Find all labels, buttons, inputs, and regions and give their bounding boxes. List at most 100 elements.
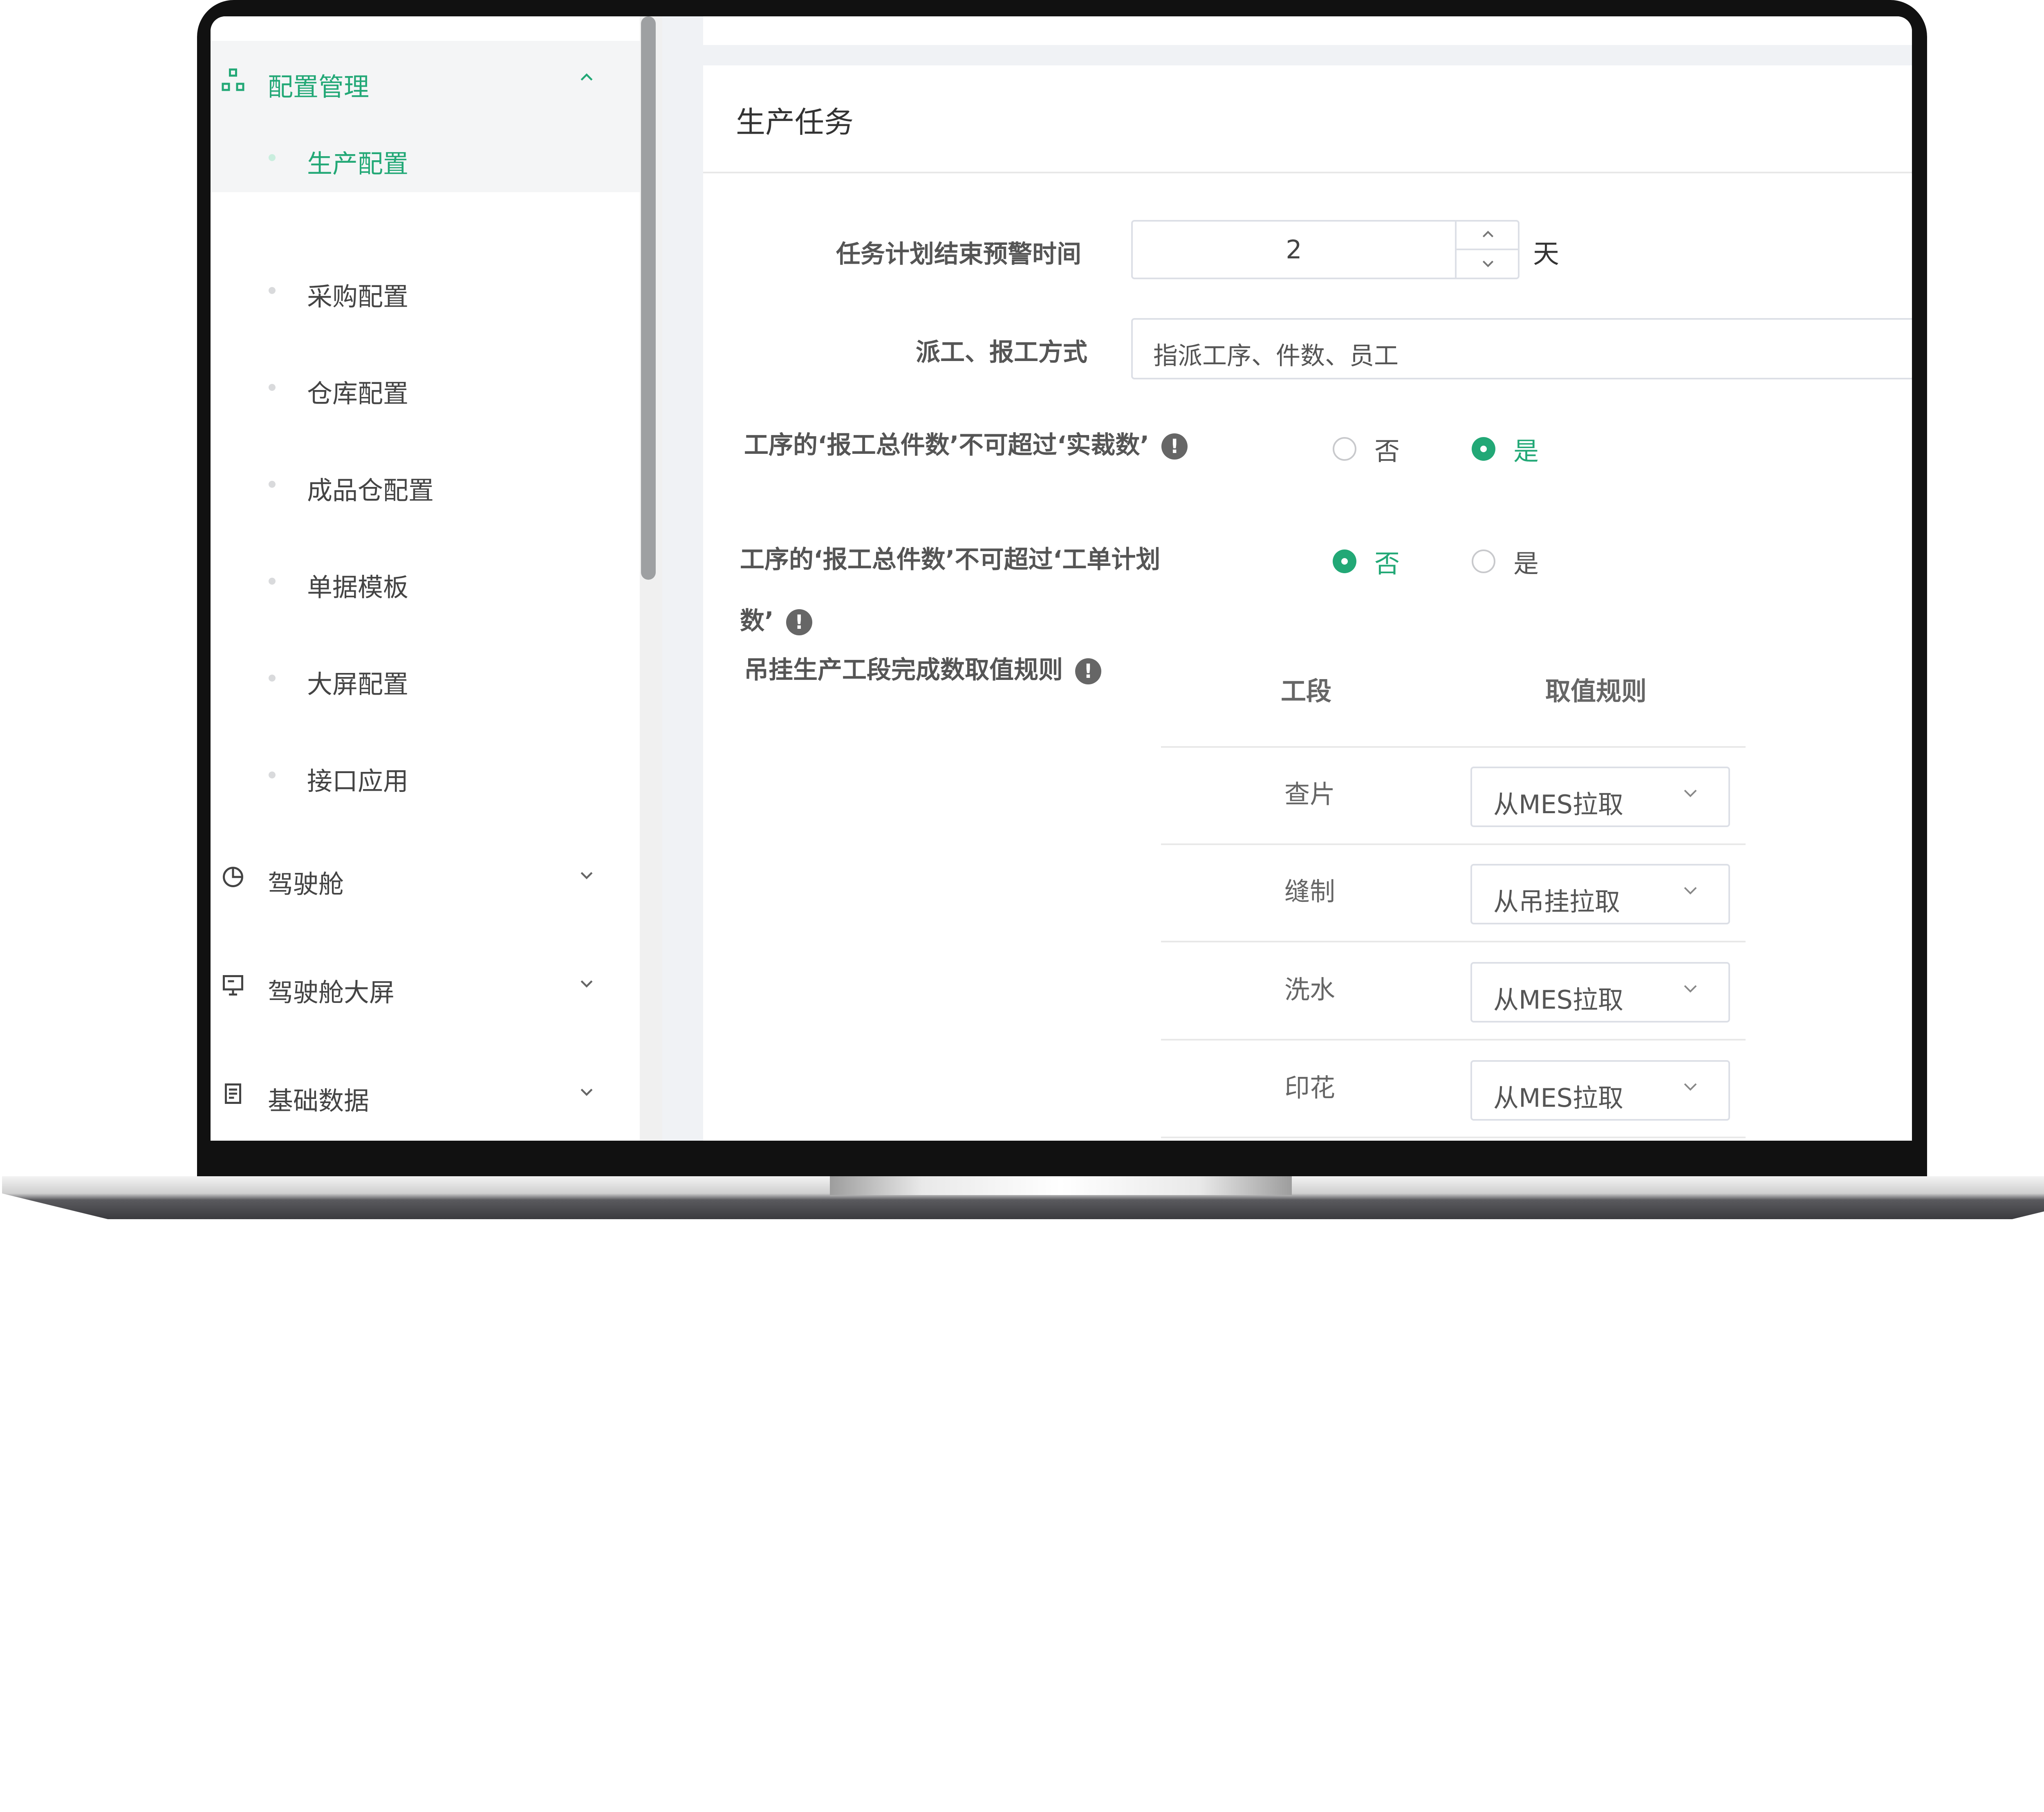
table-header-stage: 工段: [1281, 676, 1332, 706]
radio-label: 否: [1374, 436, 1400, 466]
rule-select-value: 从MES拉取: [1493, 789, 1624, 819]
chevron-down-icon: [1681, 978, 1700, 1003]
sidebar-item-label: 成品仓配置: [307, 475, 434, 505]
table-divider: [1161, 746, 1746, 748]
info-icon[interactable]: !: [1075, 658, 1101, 685]
sidebar-item-label: 单据模板: [307, 572, 409, 602]
chevron-down-icon: [1681, 1076, 1700, 1101]
network-icon: [219, 67, 247, 96]
stage-name: 印花: [1284, 1073, 1336, 1103]
chevron-up-icon: [574, 69, 599, 92]
sidebar-item-big-screen-config[interactable]: 大屏配置: [211, 643, 640, 713]
production-task-card: 生产任务 任务计划结束预警时间 2 天 派工、报工方式 指派工序、件数、员工 工…: [703, 65, 1912, 1141]
limit-plan-label-row2: 数’!: [740, 601, 812, 637]
limit-plan-radio-yes[interactable]: 是: [1472, 543, 1539, 580]
rule-select[interactable]: 从MES拉取: [1470, 962, 1730, 1023]
laptop-hinge: [830, 1176, 1292, 1195]
dispatch-mode-label: 派工、报工方式: [916, 338, 1087, 367]
rule-select-value: 从吊挂拉取: [1493, 887, 1620, 917]
info-icon[interactable]: !: [786, 609, 812, 636]
app-screen: 配置管理 生产配置 采购配置 仓库配置 成品仓配置 单据模板 大屏配置 接口应用…: [211, 16, 1912, 1141]
stage-name: 缝制: [1284, 877, 1336, 906]
menu-group-label: 驾驶舱大屏: [268, 978, 395, 1007]
radio-label: 否: [1374, 549, 1400, 579]
bullet-dot: [269, 287, 276, 294]
dispatch-mode-field[interactable]: 指派工序、件数、员工: [1131, 318, 1912, 379]
bullet-dot: [269, 578, 276, 585]
menu-group-basic-data[interactable]: 基础数据: [211, 1055, 640, 1137]
hanging-rule-label: 吊挂生产工段完成数取值规则: [744, 656, 1063, 684]
menu-group-cockpit[interactable]: 驾驶舱: [211, 838, 640, 920]
sidebar-item-label: 采购配置: [307, 282, 409, 312]
menu-group-cockpit-screen[interactable]: 驾驶舱大屏: [211, 946, 640, 1028]
document-icon: [219, 1081, 247, 1110]
bullet-dot: [269, 154, 276, 161]
rule-select[interactable]: 从吊挂拉取: [1470, 864, 1730, 924]
stage-name: 查片: [1284, 779, 1336, 809]
stepper-down-button[interactable]: [1457, 250, 1520, 277]
monitor-icon: [219, 973, 247, 1002]
warning-time-label: 任务计划结束预警时间: [836, 240, 1081, 269]
sidebar-item-label: 生产配置: [307, 149, 409, 179]
chevron-down-icon: [574, 866, 599, 889]
limit-plan-label-cont: 数’: [740, 607, 774, 635]
bullet-dot: [269, 481, 276, 488]
table-divider: [1161, 1137, 1746, 1138]
menu-group-label: 驾驶舱: [268, 869, 344, 899]
top-card-edge: [703, 16, 1912, 45]
sidebar-scrollbar-thumb[interactable]: [641, 16, 656, 580]
limit-cut-radio-no[interactable]: 否: [1333, 431, 1400, 467]
rule-select[interactable]: 从MES拉取: [1470, 767, 1730, 827]
menu-group-label: 配置管理: [268, 72, 370, 102]
rule-select[interactable]: 从MES拉取: [1470, 1060, 1730, 1121]
chevron-down-icon: [1681, 880, 1700, 905]
bullet-dot: [269, 771, 276, 778]
stepper-buttons: [1455, 222, 1520, 278]
table-divider: [1161, 1039, 1746, 1041]
info-icon[interactable]: !: [1161, 433, 1188, 460]
rule-select-value: 从MES拉取: [1493, 985, 1624, 1015]
menu-group-config[interactable]: 配置管理: [211, 41, 640, 123]
chevron-down-icon: [1681, 783, 1700, 807]
sidebar-item-production-config[interactable]: 生产配置: [211, 123, 640, 192]
radio-circle[interactable]: [1333, 549, 1356, 573]
menu-group-label: 基础数据: [268, 1086, 370, 1116]
card-header: 生产任务: [703, 65, 1912, 173]
warning-time-stepper[interactable]: 2: [1131, 220, 1520, 279]
bullet-dot: [269, 675, 276, 682]
sidebar-item-warehouse-config[interactable]: 仓库配置: [211, 352, 640, 422]
limit-cut-radio-yes[interactable]: 是: [1472, 431, 1539, 467]
radio-label: 是: [1513, 549, 1539, 579]
sidebar-item-document-template[interactable]: 单据模板: [211, 546, 640, 616]
limit-plan-radio-no[interactable]: 否: [1333, 543, 1400, 580]
warning-time-unit: 天: [1533, 239, 1559, 269]
stepper-up-button[interactable]: [1457, 222, 1520, 250]
warning-time-value[interactable]: 2: [1133, 222, 1455, 278]
bullet-dot: [269, 384, 276, 391]
card-title: 生产任务: [736, 105, 854, 139]
chevron-down-icon: [574, 974, 599, 997]
radio-circle[interactable]: [1333, 437, 1356, 461]
sidebar-item-interface-app[interactable]: 接口应用: [211, 740, 640, 810]
sidebar-item-label: 大屏配置: [307, 669, 409, 699]
radio-circle[interactable]: [1472, 437, 1495, 461]
limit-cut-label: 工序的‘报工总件数’不可超过‘实裁数’: [744, 431, 1150, 460]
table-header-rule: 取值规则: [1545, 676, 1647, 706]
table-divider: [1161, 941, 1746, 942]
sidebar: 配置管理 生产配置 采购配置 仓库配置 成品仓配置 单据模板 大屏配置 接口应用…: [211, 16, 640, 1141]
limit-cut-label-row: 工序的‘报工总件数’不可超过‘实裁数’!: [744, 425, 1188, 461]
pie-chart-icon: [219, 865, 247, 893]
sidebar-item-purchase-config[interactable]: 采购配置: [211, 256, 640, 325]
sidebar-item-product-warehouse-config[interactable]: 成品仓配置: [211, 449, 640, 519]
chevron-down-icon: [574, 1083, 599, 1106]
rule-select-value: 从MES拉取: [1493, 1083, 1624, 1113]
hanging-rule-label-row: 吊挂生产工段完成数取值规则!: [744, 650, 1101, 686]
table-divider: [1161, 843, 1746, 845]
sidebar-item-label: 仓库配置: [307, 379, 409, 408]
radio-circle[interactable]: [1472, 549, 1495, 573]
dispatch-mode-value: 指派工序、件数、员工: [1153, 342, 1399, 370]
radio-label: 是: [1513, 436, 1539, 466]
limit-plan-label: 工序的‘报工总件数’不可超过‘工单计划: [740, 545, 1161, 574]
sidebar-item-label: 接口应用: [307, 766, 409, 796]
stage-name: 洗水: [1284, 975, 1336, 1005]
